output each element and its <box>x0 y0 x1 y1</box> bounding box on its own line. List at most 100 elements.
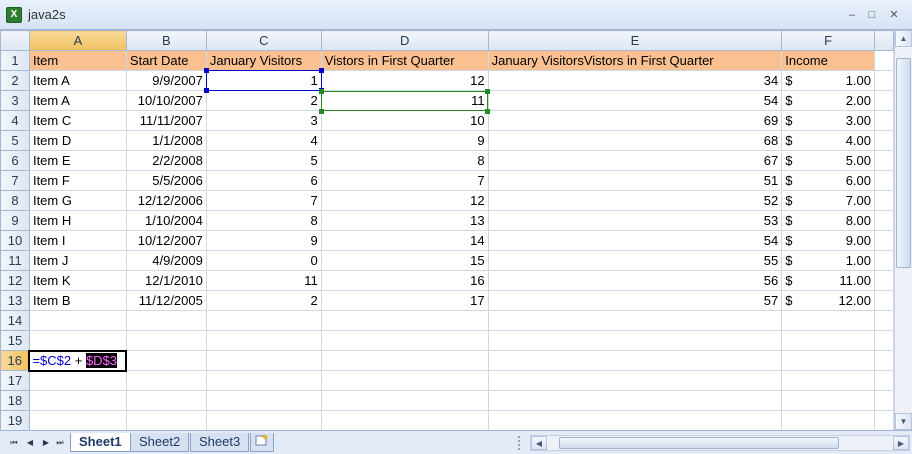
cell-combined[interactable]: 54 <box>487 230 783 251</box>
column-header-b[interactable]: B <box>125 30 207 51</box>
cell[interactable] <box>781 350 875 371</box>
tab-split-handle[interactable] <box>518 436 524 450</box>
minimize-button[interactable]: – <box>844 8 860 22</box>
cell-combined[interactable]: 57 <box>487 290 783 311</box>
cell-income[interactable]: $2.00 <box>781 90 875 111</box>
cell[interactable] <box>205 330 322 351</box>
resize-handle[interactable] <box>485 109 490 114</box>
tab-sheet3[interactable]: Sheet3 <box>190 433 250 452</box>
cell[interactable] <box>874 90 894 111</box>
resize-handle[interactable] <box>319 89 324 94</box>
cell[interactable] <box>125 350 207 371</box>
editing-cell-a16[interactable]: =$C$2 + $D$3 <box>28 349 128 372</box>
cell-income[interactable]: $8.00 <box>781 210 875 231</box>
cell-start-date[interactable]: 10/12/2007 <box>125 230 207 251</box>
cell[interactable] <box>487 350 783 371</box>
cell[interactable] <box>28 370 127 391</box>
cell-income[interactable]: $1.00 <box>781 250 875 271</box>
cell-first-quarter[interactable]: 10 <box>320 110 489 131</box>
select-all-corner[interactable] <box>0 30 30 51</box>
cell[interactable] <box>320 410 489 430</box>
resize-handle[interactable] <box>204 68 209 73</box>
row-header[interactable]: 4 <box>0 110 30 131</box>
cell[interactable] <box>781 390 875 411</box>
cell-january-visitors[interactable]: 2 <box>205 90 322 111</box>
horizontal-scrollbar[interactable]: ◀ ▶ <box>530 435 910 451</box>
cell[interactable] <box>874 270 894 291</box>
cell[interactable] <box>487 390 783 411</box>
cell[interactable] <box>874 310 894 331</box>
cell-start-date[interactable]: 4/9/2009 <box>125 250 207 271</box>
row-header[interactable]: 19 <box>0 410 30 430</box>
cell[interactable] <box>205 370 322 391</box>
cell-header-combined[interactable]: January VisitorsVistors in First Quarter <box>487 50 783 71</box>
horizontal-scroll-thumb[interactable] <box>559 437 839 449</box>
cell[interactable] <box>320 330 489 351</box>
cell[interactable] <box>205 390 322 411</box>
last-sheet-icon[interactable]: ⏭ <box>54 437 66 449</box>
cell-header-first-quarter[interactable]: Vistors in First Quarter <box>320 50 489 71</box>
tab-sheet1[interactable]: Sheet1 <box>70 433 131 452</box>
cell[interactable] <box>781 310 875 331</box>
cell-combined[interactable]: 55 <box>487 250 783 271</box>
tab-sheet2[interactable]: Sheet2 <box>130 433 190 452</box>
cell[interactable] <box>874 330 894 351</box>
row-header[interactable]: 17 <box>0 370 30 391</box>
cell-combined[interactable]: 34 <box>487 70 783 91</box>
cell-item[interactable]: Item J <box>28 250 127 271</box>
cell[interactable] <box>874 250 894 271</box>
cell-header-income[interactable]: Income <box>781 50 875 71</box>
cell[interactable] <box>874 210 894 231</box>
cell[interactable] <box>874 390 894 411</box>
cell-first-quarter[interactable]: 14 <box>320 230 489 251</box>
column-header-c[interactable]: C <box>205 30 322 51</box>
cell-combined[interactable]: 56 <box>487 270 783 291</box>
cell-january-visitors[interactable]: 0 <box>205 250 322 271</box>
cell[interactable] <box>487 410 783 430</box>
cell-january-visitors[interactable]: 11 <box>205 270 322 291</box>
cell[interactable] <box>874 150 894 171</box>
cell-start-date[interactable]: 2/2/2008 <box>125 150 207 171</box>
column-header-e[interactable]: E <box>487 30 783 51</box>
cell[interactable] <box>874 350 894 371</box>
row-header[interactable]: 5 <box>0 130 30 151</box>
cell[interactable] <box>781 370 875 391</box>
cell[interactable] <box>320 350 489 371</box>
cell-item[interactable]: Item D <box>28 130 127 151</box>
cell[interactable] <box>320 310 489 331</box>
cell-income[interactable]: $7.00 <box>781 190 875 211</box>
cell-item[interactable]: Item H <box>28 210 127 231</box>
cell-first-quarter[interactable]: 15 <box>320 250 489 271</box>
cell-start-date[interactable]: 1/10/2004 <box>125 210 207 231</box>
cell[interactable] <box>205 310 322 331</box>
resize-handle[interactable] <box>319 109 324 114</box>
cell-income[interactable]: $11.00 <box>781 270 875 291</box>
cell-item[interactable]: Item B <box>28 290 127 311</box>
cell-first-quarter[interactable]: 13 <box>320 210 489 231</box>
cell[interactable] <box>874 170 894 191</box>
row-header[interactable]: 13 <box>0 290 30 311</box>
close-button[interactable]: ✕ <box>886 8 902 22</box>
cell-start-date[interactable]: 10/10/2007 <box>125 90 207 111</box>
cell[interactable] <box>28 410 127 430</box>
row-header[interactable]: 18 <box>0 390 30 411</box>
cell-item[interactable]: Item K <box>28 270 127 291</box>
cell[interactable] <box>874 70 894 91</box>
cell[interactable] <box>874 50 894 71</box>
cell[interactable] <box>125 330 207 351</box>
cell[interactable] <box>205 410 322 430</box>
row-header[interactable]: 10 <box>0 230 30 251</box>
cell-january-visitors[interactable]: 9 <box>205 230 322 251</box>
cell[interactable] <box>874 370 894 391</box>
cell[interactable] <box>781 330 875 351</box>
cell-january-visitors[interactable]: 1 <box>205 70 322 91</box>
cell-item[interactable]: Item A <box>28 90 127 111</box>
scroll-down-button[interactable]: ▼ <box>895 413 912 430</box>
row-header[interactable]: 14 <box>0 310 30 331</box>
cell[interactable] <box>874 190 894 211</box>
prev-sheet-icon[interactable]: ◀ <box>24 437 36 449</box>
cell[interactable] <box>487 370 783 391</box>
row-header[interactable]: 9 <box>0 210 30 231</box>
scroll-left-button[interactable]: ◀ <box>531 436 547 450</box>
cell-january-visitors[interactable]: 3 <box>205 110 322 131</box>
